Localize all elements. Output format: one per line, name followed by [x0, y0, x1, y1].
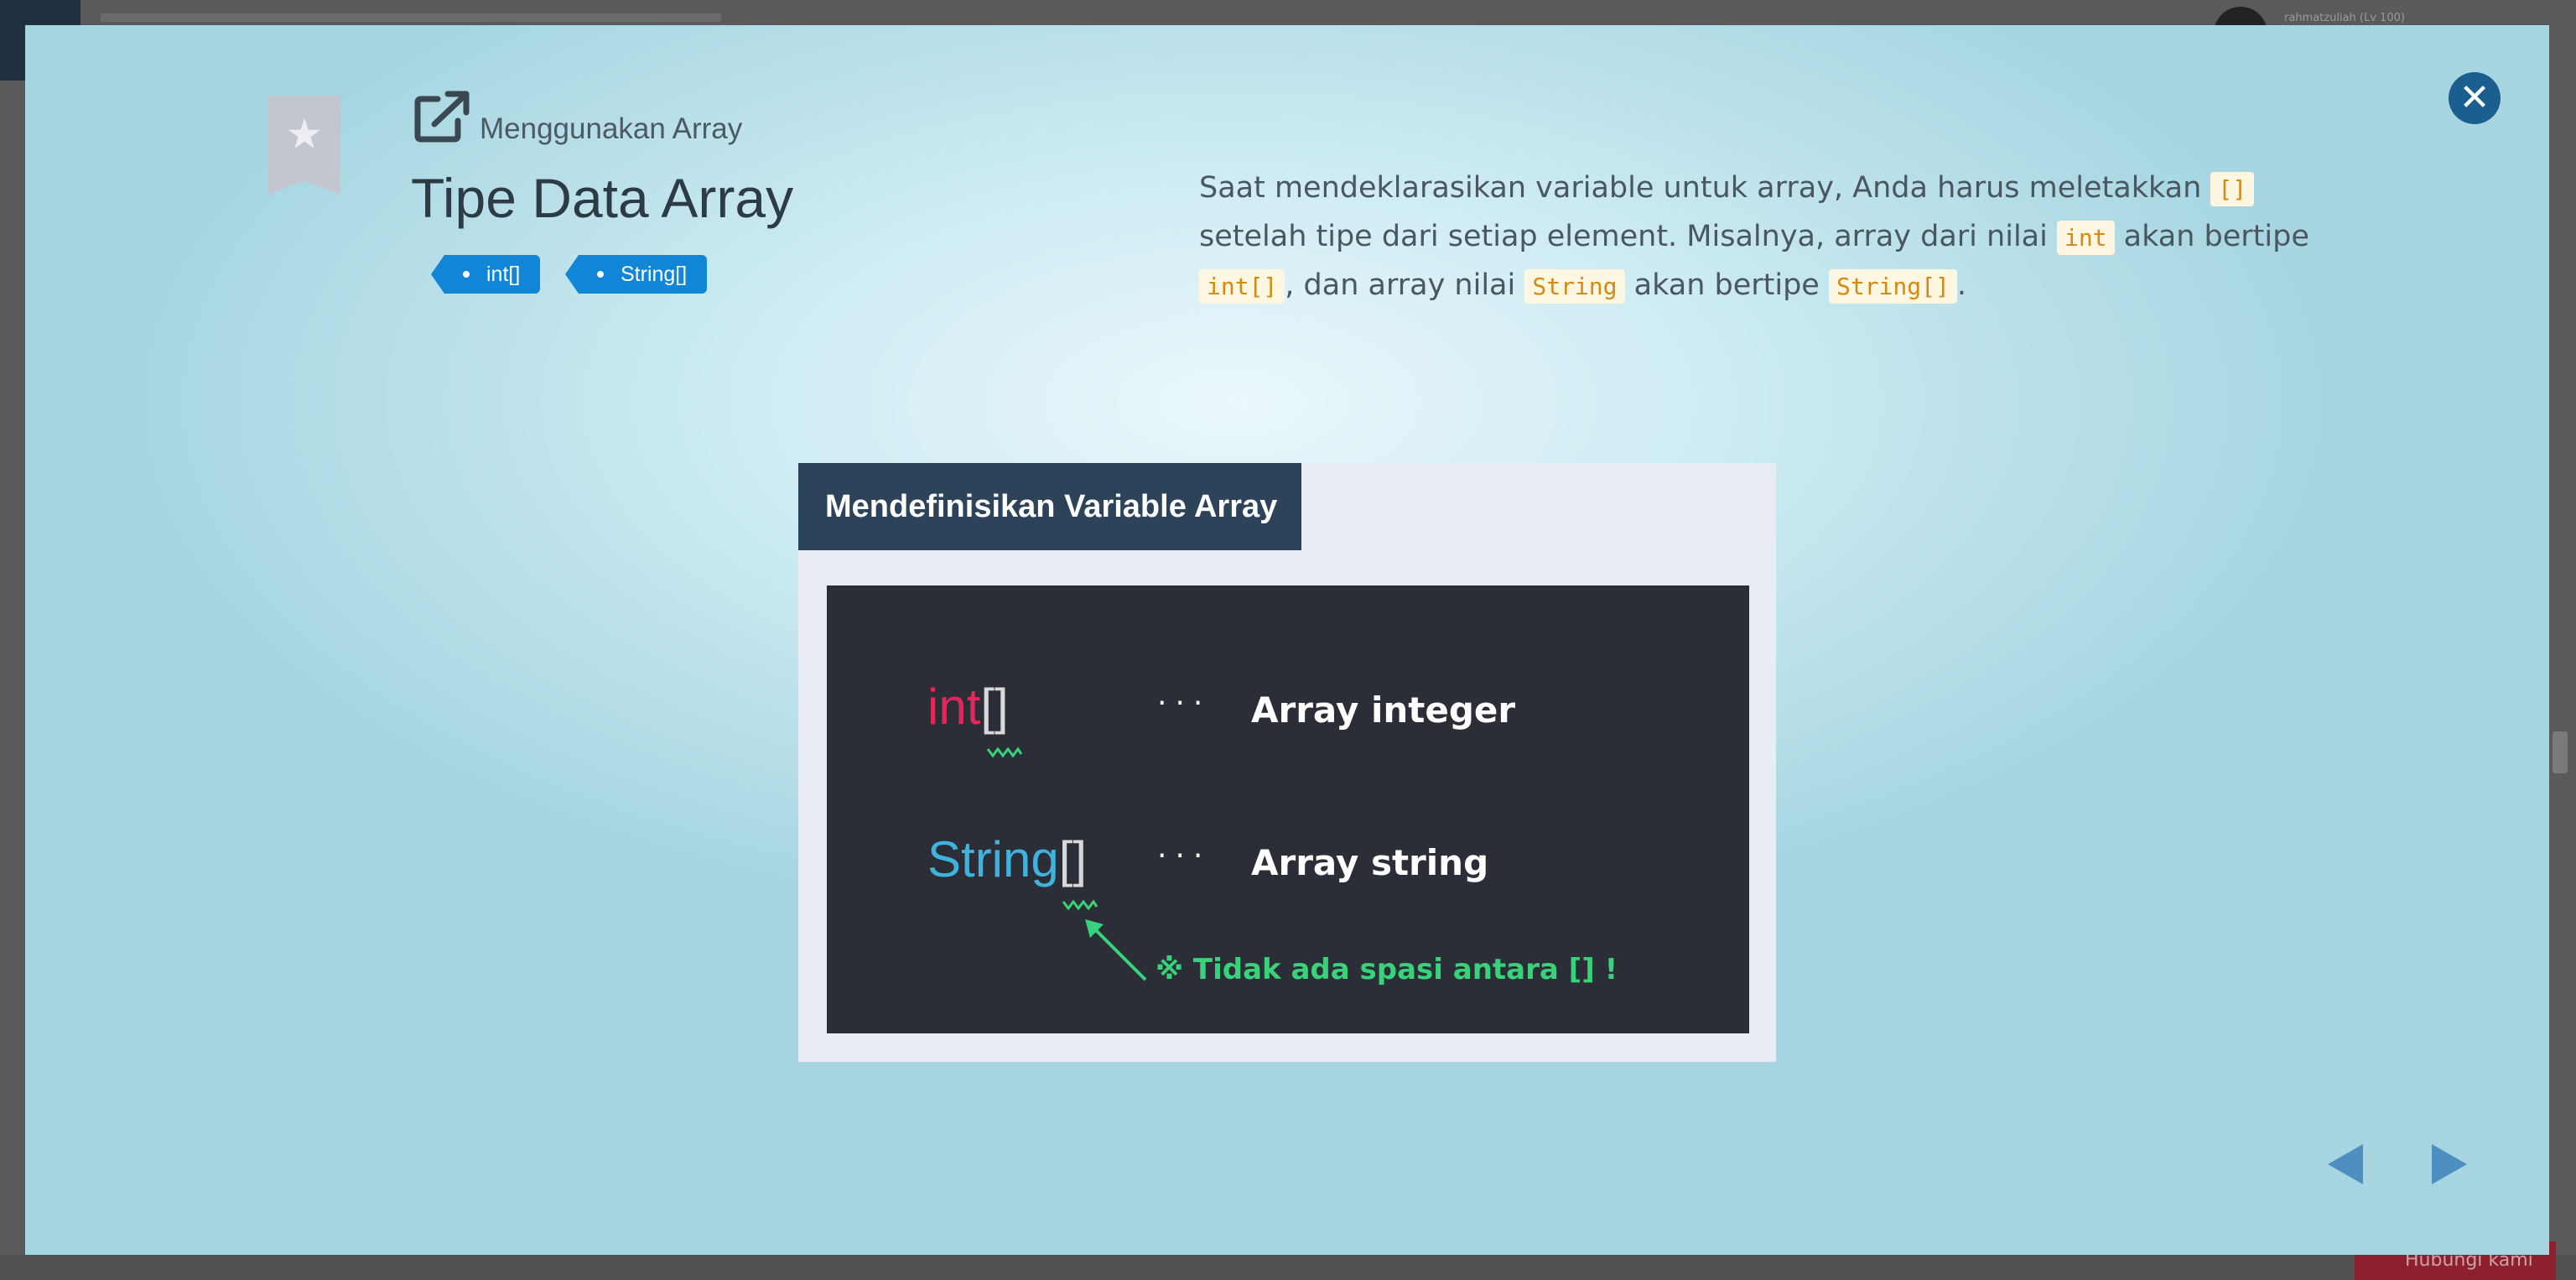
figure-title: Mendefinisikan Variable Array — [798, 463, 1301, 550]
pointer-arrow-icon — [1085, 919, 1147, 981]
desc-text: akan bertipe — [2114, 220, 2309, 253]
desc-text: . — [1956, 268, 1966, 302]
app-search-bar — [101, 13, 721, 22]
inline-code: String[] — [1828, 269, 1957, 304]
code-brackets: [] — [1058, 831, 1088, 887]
inline-code: [] — [2210, 172, 2255, 206]
squiggle-underline — [1062, 899, 1098, 911]
breadcrumb[interactable]: Menggunakan Array — [480, 112, 742, 146]
bookmark-star-icon[interactable]: ★ — [268, 96, 340, 195]
code-type: int — [927, 679, 981, 735]
page-scrollbar — [2553, 731, 2568, 773]
close-button[interactable]: ✕ — [2449, 72, 2501, 124]
meaning-label: Array integer — [1251, 689, 1516, 731]
star-icon: ★ — [285, 110, 324, 159]
lesson-description: Saat mendeklarasikan variable untuk arra… — [1199, 164, 2340, 310]
lesson-modal: ★ Menggunakan Array Tipe Data Array int[… — [25, 25, 2549, 1255]
inline-code: String — [1524, 269, 1625, 304]
code-string-array: String[] — [927, 830, 1087, 889]
tag-label: int[] — [486, 263, 521, 286]
tag-int-array[interactable]: int[] — [430, 255, 541, 294]
figure-code-panel: int[] ··· Array integer String[] ··· Arr… — [827, 585, 1749, 1033]
tag-dot — [463, 271, 470, 278]
desc-text: akan bertipe — [1624, 268, 1829, 302]
user-label: rahmatzuliah (Lv 100) — [2284, 12, 2405, 24]
tag-string-array[interactable]: String[] — [564, 255, 708, 294]
close-icon: ✕ — [2459, 76, 2490, 119]
app-bottom-bar — [0, 1255, 2576, 1280]
desc-text: setelah tipe dari setiap element. Misaln… — [1199, 220, 2057, 253]
desc-text: , dan array nilai — [1285, 268, 1525, 302]
page-title: Tipe Data Array — [411, 167, 794, 229]
inline-code: int — [2056, 221, 2115, 255]
tag-dot — [597, 271, 604, 278]
inline-code: int[] — [1199, 269, 1285, 304]
meaning-label: Array string — [1251, 842, 1489, 883]
tag-label: String[] — [621, 263, 688, 286]
external-link-icon[interactable] — [413, 91, 473, 144]
figure-note: ※ Tidak ada spasi antara [] ! — [1156, 953, 1618, 986]
squiggle-underline — [986, 747, 1023, 758]
code-type: String — [927, 831, 1059, 887]
separator-dots: ··· — [1157, 839, 1212, 873]
code-int-array: int[] — [927, 678, 1009, 736]
separator-dots: ··· — [1157, 686, 1212, 721]
arrow-right-icon[interactable] — [2432, 1144, 2467, 1184]
code-brackets: [] — [980, 679, 1009, 735]
desc-text: Saat mendeklarasikan variable untuk arra… — [1199, 171, 2211, 205]
arrow-left-icon[interactable] — [2328, 1144, 2363, 1184]
lesson-figure: Mendefinisikan Variable Array int[] ··· … — [798, 463, 1776, 1062]
